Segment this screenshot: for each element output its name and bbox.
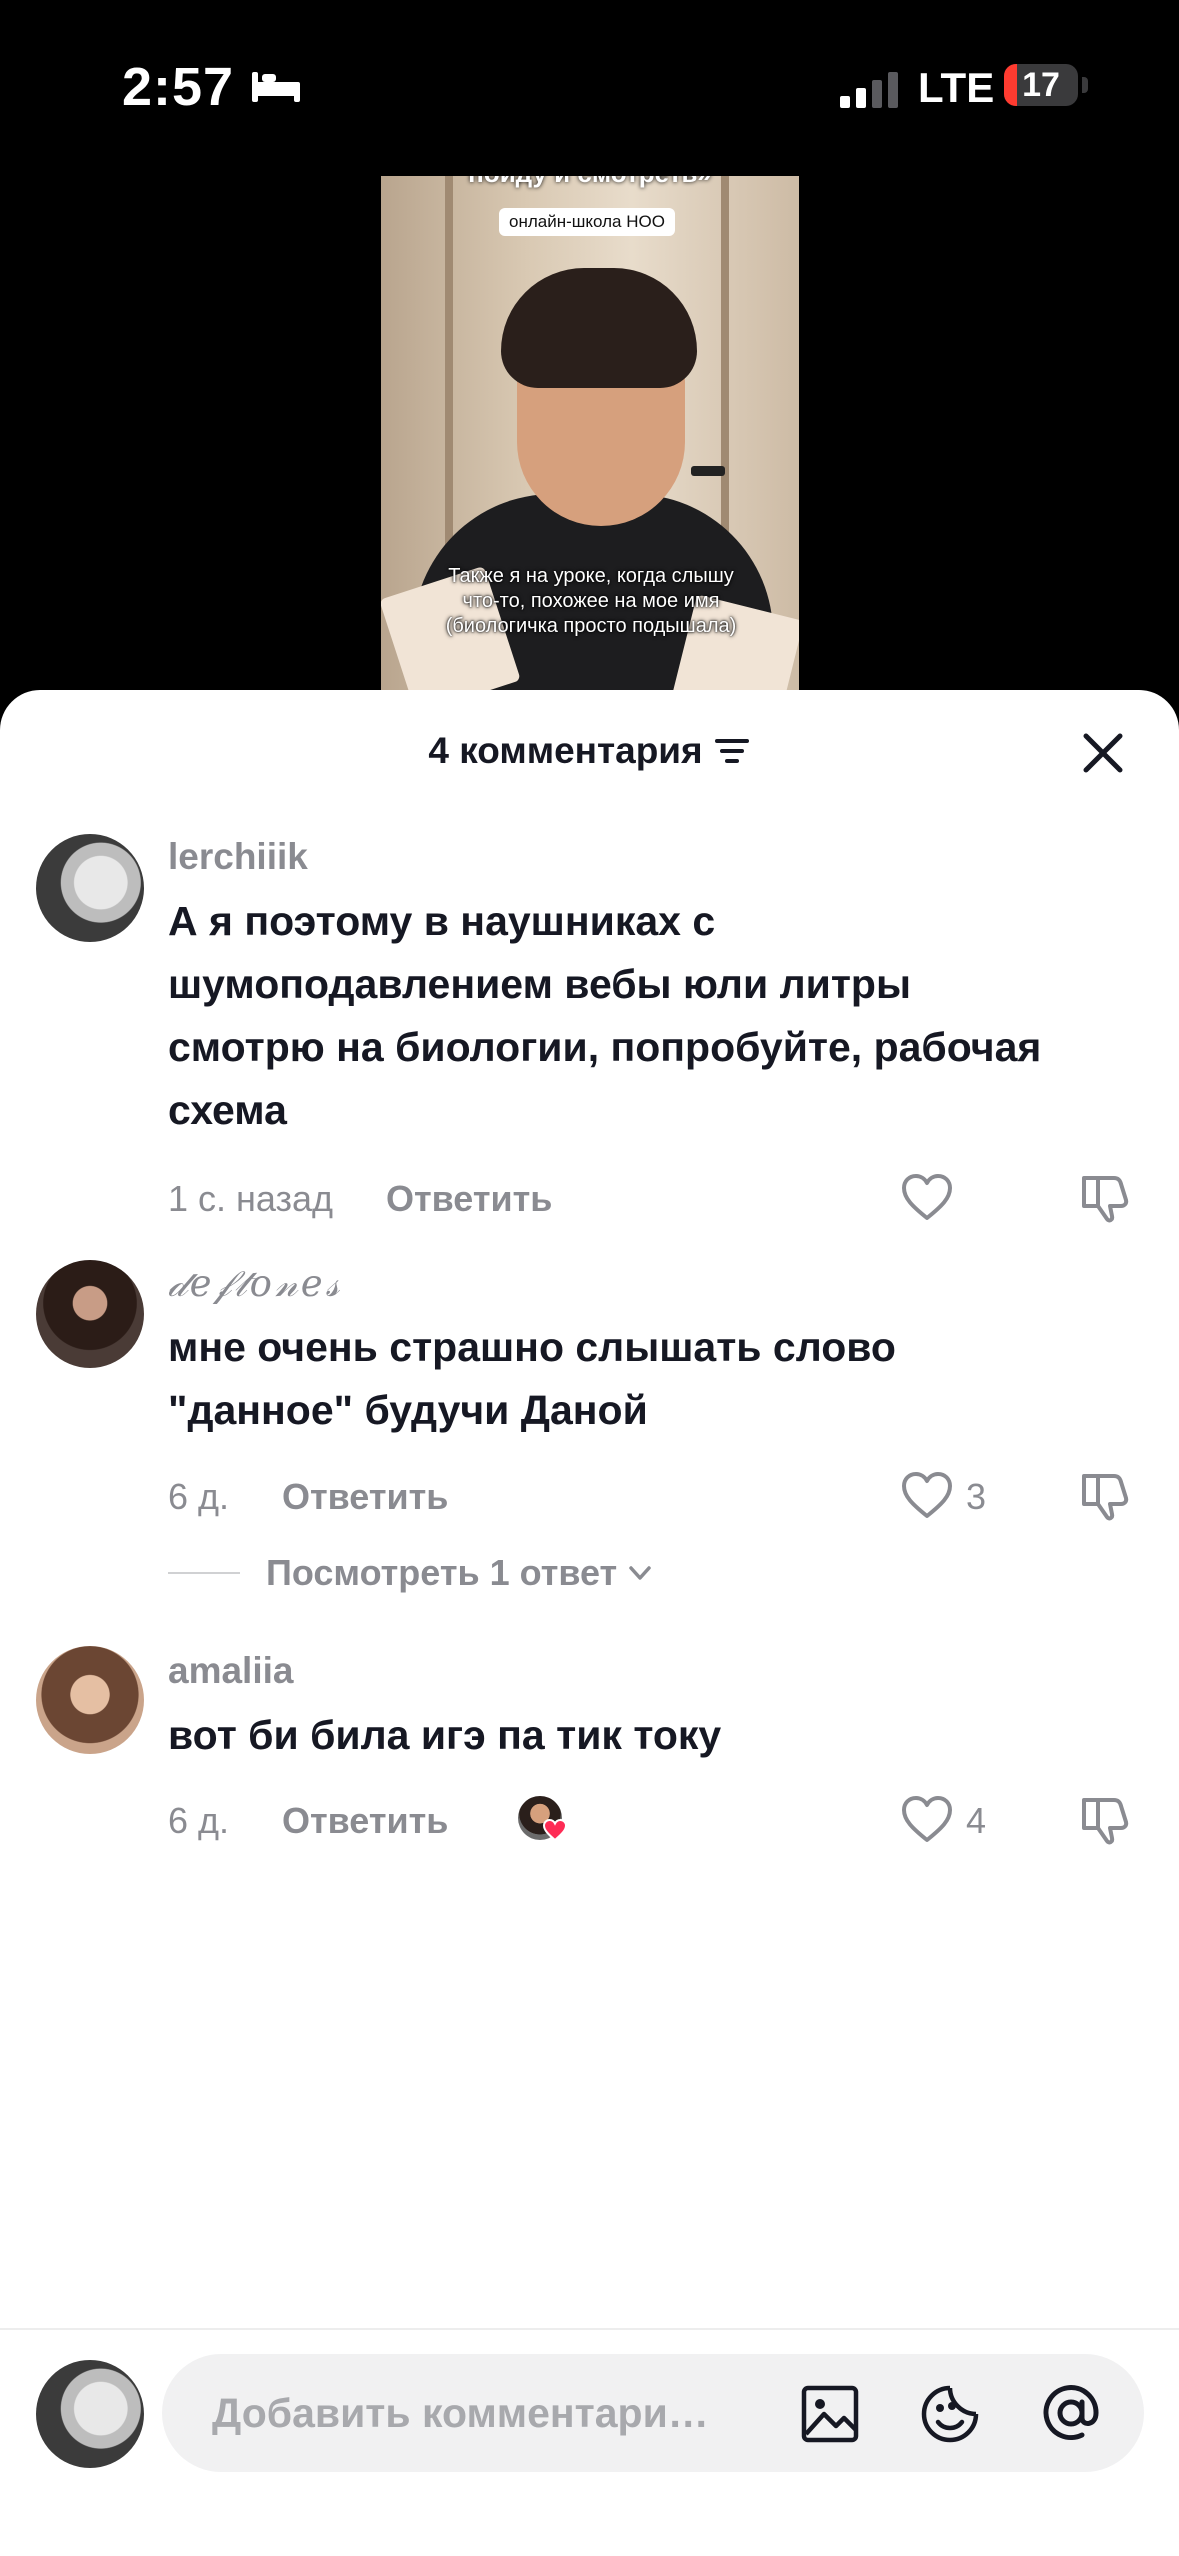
close-icon[interactable] <box>1080 730 1126 776</box>
comment-text: мне очень страшно слышать слово "данное"… <box>168 1324 896 1433</box>
comment-time: 6 д. <box>168 1476 230 1517</box>
my-avatar <box>36 2360 144 2468</box>
network-type: LTE <box>918 64 995 111</box>
dislike-icon[interactable] <box>1078 1792 1132 1846</box>
mention-icon[interactable] <box>1038 2380 1104 2446</box>
video-tag: онлайн-школа НОО <box>499 208 675 236</box>
reply-button[interactable]: Ответить <box>282 1800 448 1842</box>
heart-icon[interactable] <box>900 1794 954 1844</box>
comment-text: А я поэтому в наушниках с шумоподавление… <box>168 898 1042 1133</box>
creator-liked-badge <box>518 1796 568 1844</box>
heart-icon[interactable] <box>900 1470 954 1520</box>
background-door-handle <box>691 466 725 476</box>
comments-sheet: 4 комментария lerchiiik А я поэтому в на… <box>0 690 1179 2556</box>
comment-username[interactable]: 𝒹𝑒𝒻𝓉𝑜𝓃𝑒𝓈 <box>168 1262 342 1306</box>
heart-filled-icon <box>542 1818 568 1842</box>
comment-input-placeholder[interactable]: Добавить комментари… <box>212 2390 772 2437</box>
dislike-icon[interactable] <box>1078 1468 1132 1522</box>
sheet-header: 4 комментария <box>0 690 1179 820</box>
avatar[interactable] <box>36 1646 144 1754</box>
filter-icon[interactable] <box>713 735 751 767</box>
person-hair <box>501 268 697 388</box>
divider <box>0 2328 1179 2330</box>
battery-nub <box>1082 77 1088 93</box>
comment-text: вот би била игэ па тик току <box>168 1712 722 1758</box>
view-replies-button[interactable]: Посмотреть 1 ответ <box>168 1552 655 1594</box>
avatar[interactable] <box>36 834 144 942</box>
battery-percent: 17 <box>1022 66 1060 104</box>
emoji-icon[interactable] <box>918 2382 982 2446</box>
comments-title: 4 комментария <box>0 730 1179 772</box>
status-time: 2:57 <box>122 57 235 117</box>
comment-time: 6 д. <box>168 1800 230 1841</box>
image-icon[interactable] <box>800 2384 860 2444</box>
sleep-focus-icon <box>252 72 300 102</box>
heart-icon[interactable] <box>900 1172 954 1222</box>
dislike-icon[interactable] <box>1078 1170 1132 1224</box>
comment-time: 1 с. назад <box>168 1178 334 1219</box>
avatar[interactable] <box>36 1260 144 1368</box>
cellular-signal-icon <box>840 72 898 108</box>
video-preview[interactable]: пойду и смотреть» онлайн-школа НОО Также… <box>381 176 799 696</box>
view-replies-label: Посмотреть 1 ответ <box>266 1552 618 1593</box>
chevron-down-icon <box>629 1566 651 1580</box>
battery-icon: 17 <box>1004 64 1078 106</box>
like-count: 3 <box>966 1476 987 1517</box>
divider <box>168 1572 240 1574</box>
comment-username[interactable]: amaliia <box>168 1650 293 1692</box>
video-top-caption: пойду и смотреть» <box>381 176 799 189</box>
reply-button[interactable]: Ответить <box>282 1476 448 1518</box>
reply-button[interactable]: Ответить <box>386 1178 552 1220</box>
comment-username[interactable]: lerchiiik <box>168 836 308 878</box>
comment-input[interactable]: Добавить комментари… <box>162 2354 1144 2472</box>
like-count: 4 <box>966 1800 987 1841</box>
status-bar: 2:57 LTE 17 <box>0 0 1179 170</box>
comments-count-label: 4 комментария <box>428 730 703 771</box>
video-caption: Также я на уроке, когда слышу что-то, по… <box>445 565 737 637</box>
